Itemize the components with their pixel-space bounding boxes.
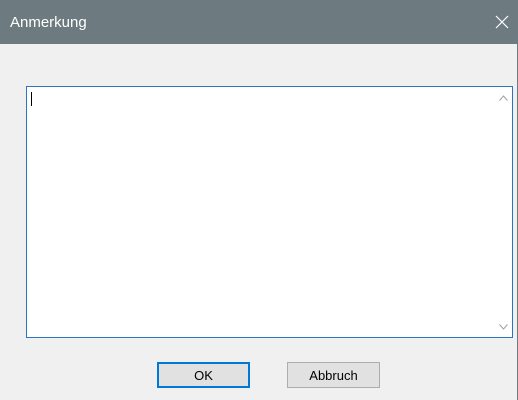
title-bar[interactable]: Anmerkung xyxy=(0,0,518,44)
close-button[interactable] xyxy=(486,0,518,44)
ok-button[interactable]: OK xyxy=(157,362,250,388)
chevron-down-icon xyxy=(499,323,508,330)
note-textarea[interactable] xyxy=(26,86,513,338)
scroll-down-button[interactable] xyxy=(495,318,512,335)
scroll-up-button[interactable] xyxy=(495,89,512,106)
close-icon xyxy=(495,15,509,29)
dialog-title: Anmerkung xyxy=(10,14,87,31)
vertical-scrollbar[interactable] xyxy=(495,87,512,337)
text-caret xyxy=(31,92,32,106)
cancel-button[interactable]: Abbruch xyxy=(287,362,380,388)
chevron-up-icon xyxy=(499,94,508,101)
dialog-window: Anmerkung OK Abbruch xyxy=(0,0,518,400)
